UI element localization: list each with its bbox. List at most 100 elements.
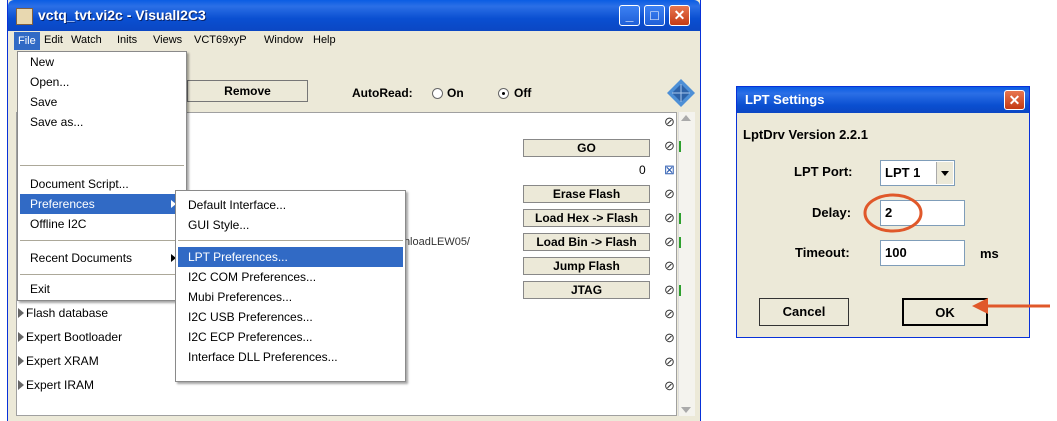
autoread-label: AutoRead:	[352, 86, 413, 100]
dialog-title-bar[interactable]: LPT Settings ✕	[737, 87, 1029, 113]
expand-arrow-icon[interactable]	[18, 308, 24, 318]
tree-item-expert-bootloader[interactable]: Expert Bootloader	[18, 330, 122, 344]
load-hex-flash-button[interactable]: Load Hex -> Flash	[523, 209, 650, 227]
go-button[interactable]: GO	[523, 139, 650, 157]
status-circle-icon: ⊘	[664, 114, 675, 129]
menu-views[interactable]: Views	[153, 34, 182, 46]
timeout-unit: ms	[980, 246, 999, 261]
main-window: vctq_tvt.vi2c - VisualI2C3 _ □ ✕ File Ed…	[7, 0, 701, 421]
status-circle-icon: ⊘	[664, 210, 675, 225]
tree-item-expert-xram[interactable]: Expert XRAM	[18, 354, 99, 368]
tree-item-flash-database[interactable]: Flash database	[18, 306, 108, 320]
jtag-button[interactable]: JTAG	[523, 281, 650, 299]
cancel-button[interactable]: Cancel	[759, 298, 849, 326]
tree-item-expert-iram[interactable]: Expert IRAM	[18, 378, 94, 392]
menu-item-open[interactable]: Open...	[20, 72, 184, 92]
status-checkbox-icon: ⊠	[664, 162, 675, 177]
status-circle-icon: ⊘	[664, 282, 675, 297]
menu-item-recent-documents[interactable]: Recent Documents	[20, 248, 184, 268]
jump-flash-button[interactable]: Jump Flash	[523, 257, 650, 275]
dialog-title: LPT Settings	[745, 92, 825, 107]
menu-vct69xyp[interactable]: VCT69xyP	[194, 34, 247, 46]
status-circle-icon: ⊘	[664, 378, 675, 393]
status-circle-icon: ⊘	[664, 306, 675, 321]
app-icon	[16, 8, 33, 25]
status-circle-icon: ⊘	[664, 186, 675, 201]
menu-item-gui-style[interactable]: GUI Style...	[178, 215, 403, 235]
menu-item-save-as[interactable]: Save as...	[20, 112, 184, 132]
status-indicator	[679, 285, 681, 296]
scroll-up-icon[interactable]	[681, 115, 691, 121]
menu-item-exit[interactable]: Exit	[20, 279, 184, 299]
timeout-input[interactable]: 100	[880, 240, 965, 266]
status-circle-icon: ⊘	[664, 354, 675, 369]
menu-separator	[178, 240, 403, 241]
vertical-scrollbar[interactable]	[678, 112, 695, 416]
tree-item-label: Expert Bootloader	[26, 330, 123, 344]
menu-separator	[20, 165, 184, 166]
status-indicator	[679, 213, 681, 224]
menu-item-lpt-preferences[interactable]: LPT Preferences...	[178, 247, 403, 267]
lpt-port-label: LPT Port:	[794, 164, 853, 179]
menu-item-mubi-preferences[interactable]: Mubi Preferences...	[178, 287, 403, 307]
autoread-off-label: Off	[514, 86, 532, 100]
driver-version-text: LptDrv Version 2.2.1	[743, 127, 868, 142]
menu-item-i2c-usb-preferences[interactable]: I2C USB Preferences...	[178, 307, 403, 327]
menu-item-default-interface[interactable]: Default Interface...	[178, 195, 403, 215]
lpt-port-select[interactable]: LPT 1	[880, 160, 955, 186]
menu-help[interactable]: Help	[313, 34, 336, 46]
path-text: wnloadLEW05/	[396, 236, 470, 248]
erase-flash-button[interactable]: Erase Flash	[523, 185, 650, 203]
status-circle-icon: ⊘	[664, 330, 675, 345]
autoread-on-radio[interactable]	[432, 88, 443, 99]
expand-arrow-icon[interactable]	[18, 380, 24, 390]
menu-item-offline-i2c[interactable]: Offline I2C	[20, 214, 184, 234]
tree-item-label: Flash database	[26, 306, 109, 320]
menu-item-i2c-com-preferences[interactable]: I2C COM Preferences...	[178, 267, 403, 287]
delay-label: Delay:	[812, 205, 852, 220]
window-title: vctq_tvt.vi2c - VisualI2C3	[38, 7, 206, 23]
annotation-arrow-icon	[972, 298, 1050, 314]
menu-item-label: Recent Documents	[30, 251, 133, 265]
menu-item-i2c-ecp-preferences[interactable]: I2C ECP Preferences...	[178, 327, 403, 347]
title-bar[interactable]: vctq_tvt.vi2c - VisualI2C3 _ □ ✕	[8, 0, 700, 31]
autoread-off-radio[interactable]	[498, 88, 509, 99]
menu-item-preferences[interactable]: Preferences	[20, 194, 184, 214]
menu-item-interface-dll-preferences[interactable]: Interface DLL Preferences...	[178, 347, 403, 367]
menu-edit[interactable]: Edit	[44, 34, 63, 46]
menu-watch[interactable]: Watch	[71, 34, 102, 46]
tree-item-label: Expert XRAM	[26, 354, 99, 368]
scroll-down-icon[interactable]	[681, 407, 691, 413]
menu-item-document-script[interactable]: Document Script...	[20, 174, 184, 194]
minimize-button[interactable]: _	[619, 5, 640, 26]
dropdown-arrow-icon[interactable]	[936, 162, 953, 184]
menu-item-save[interactable]: Save	[20, 92, 184, 112]
menu-item-new[interactable]: New	[20, 52, 184, 72]
status-circle-icon: ⊘	[664, 138, 675, 153]
menu-separator	[20, 240, 184, 241]
maximize-button[interactable]: □	[644, 5, 665, 26]
expand-arrow-icon[interactable]	[18, 356, 24, 366]
menu-bar: File Edit Watch Inits Views VCT69xyP Win…	[8, 31, 700, 51]
status-circle-icon: ⊘	[664, 258, 675, 273]
status-zero: 0	[639, 163, 646, 177]
close-button[interactable]: ✕	[669, 5, 690, 26]
status-indicator	[679, 237, 681, 248]
load-bin-flash-button[interactable]: Load Bin -> Flash	[523, 233, 650, 251]
tree-item-label: Expert IRAM	[26, 378, 95, 392]
menu-file[interactable]: File	[14, 32, 40, 50]
expand-arrow-icon[interactable]	[18, 332, 24, 342]
menu-inits[interactable]: Inits	[117, 34, 137, 46]
dialog-close-button[interactable]: ✕	[1004, 90, 1025, 110]
file-menu: New Open... Save Save as... Document Scr…	[17, 51, 187, 301]
autoread-on-label: On	[447, 86, 464, 100]
remove-button[interactable]: Remove	[187, 80, 308, 102]
status-indicator	[679, 141, 681, 152]
preferences-submenu: Default Interface... GUI Style... LPT Pr…	[175, 190, 406, 382]
status-circle-icon: ⊘	[664, 234, 675, 249]
menu-item-label: Preferences	[30, 197, 95, 211]
timeout-label: Timeout:	[795, 245, 850, 260]
diamond-logo-icon	[667, 79, 695, 107]
menu-window[interactable]: Window	[264, 34, 303, 46]
annotation-circle	[863, 193, 923, 233]
